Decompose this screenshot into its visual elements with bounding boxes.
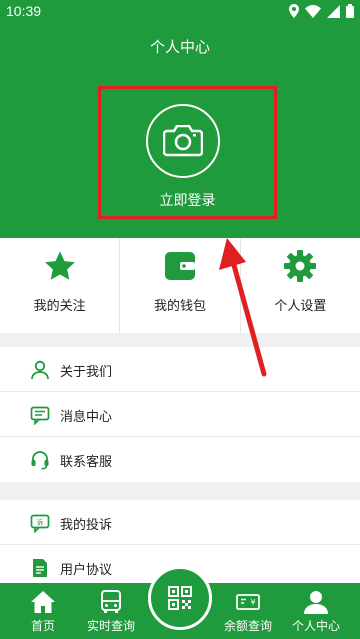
complaint-icon: 诉: [30, 514, 50, 533]
gear-icon: [284, 250, 317, 282]
svg-text:诉: 诉: [37, 518, 44, 527]
profile-header: 个人中心 立即登录: [0, 24, 360, 238]
menu-item-label: 我的投诉: [60, 518, 113, 533]
balance-icon: ¥: [236, 594, 260, 610]
avatar-camera-button[interactable]: [146, 104, 220, 178]
bus-icon: [101, 590, 121, 613]
tab-label: 首页: [30, 619, 55, 633]
quick-item-settings[interactable]: 个人设置: [239, 238, 360, 333]
menu-item-support[interactable]: 联系客服: [0, 437, 360, 482]
message-icon: [30, 406, 50, 425]
person-icon: [31, 360, 49, 380]
location-icon: [289, 4, 299, 18]
home-icon: [31, 591, 55, 613]
wifi-icon: [305, 4, 321, 18]
signal-icon: [327, 4, 340, 18]
login-button[interactable]: 立即登录: [101, 190, 274, 210]
menu-item-about[interactable]: 关于我们: [0, 347, 360, 392]
menu-item-label: 关于我们: [60, 365, 113, 380]
tab-realtime[interactable]: 实时查询: [75, 583, 147, 639]
quick-item-label: 我的关注: [33, 299, 86, 314]
tab-label: 个人中心: [291, 619, 340, 633]
page-title: 个人中心: [149, 38, 210, 56]
quick-item-wallet[interactable]: 我的钱包: [119, 238, 239, 333]
menu-item-label: 消息中心: [60, 410, 113, 425]
svg-text:¥: ¥: [250, 598, 255, 607]
menu-item-messages[interactable]: 消息中心: [0, 392, 360, 437]
quick-item-follow[interactable]: 我的关注: [0, 238, 119, 333]
status-time: 10:39: [6, 3, 42, 19]
menu-item-label: 用户协议: [60, 563, 113, 578]
user-icon: [304, 591, 328, 614]
star-icon: [44, 251, 75, 280]
document-icon: [33, 559, 47, 577]
battery-icon: [346, 4, 354, 18]
wallet-icon: [164, 252, 195, 280]
quick-item-label: 个人设置: [274, 299, 327, 314]
menu-section-1: 关于我们 消息中心 联系客服: [0, 347, 360, 482]
quick-actions: 我的关注 我的钱包 个人设置: [0, 238, 360, 333]
tab-label: 余额查询: [223, 619, 272, 633]
scan-qr-button[interactable]: [148, 566, 212, 630]
menu-item-label: 联系客服: [60, 455, 113, 470]
tab-balance[interactable]: ¥ 余额查询: [212, 583, 284, 639]
tab-profile[interactable]: 个人中心: [280, 583, 352, 639]
login-area[interactable]: 立即登录: [98, 86, 277, 219]
menu-item-complaints[interactable]: 诉 我的投诉: [0, 500, 360, 545]
camera-icon: [163, 125, 203, 157]
tab-home[interactable]: 首页: [7, 583, 79, 639]
qr-code-icon: [168, 586, 192, 610]
quick-item-label: 我的钱包: [153, 299, 206, 314]
status-bar: 10:39: [0, 0, 360, 24]
status-icons: [289, 4, 354, 18]
tab-label: 实时查询: [86, 619, 135, 633]
headset-icon: [31, 451, 49, 470]
